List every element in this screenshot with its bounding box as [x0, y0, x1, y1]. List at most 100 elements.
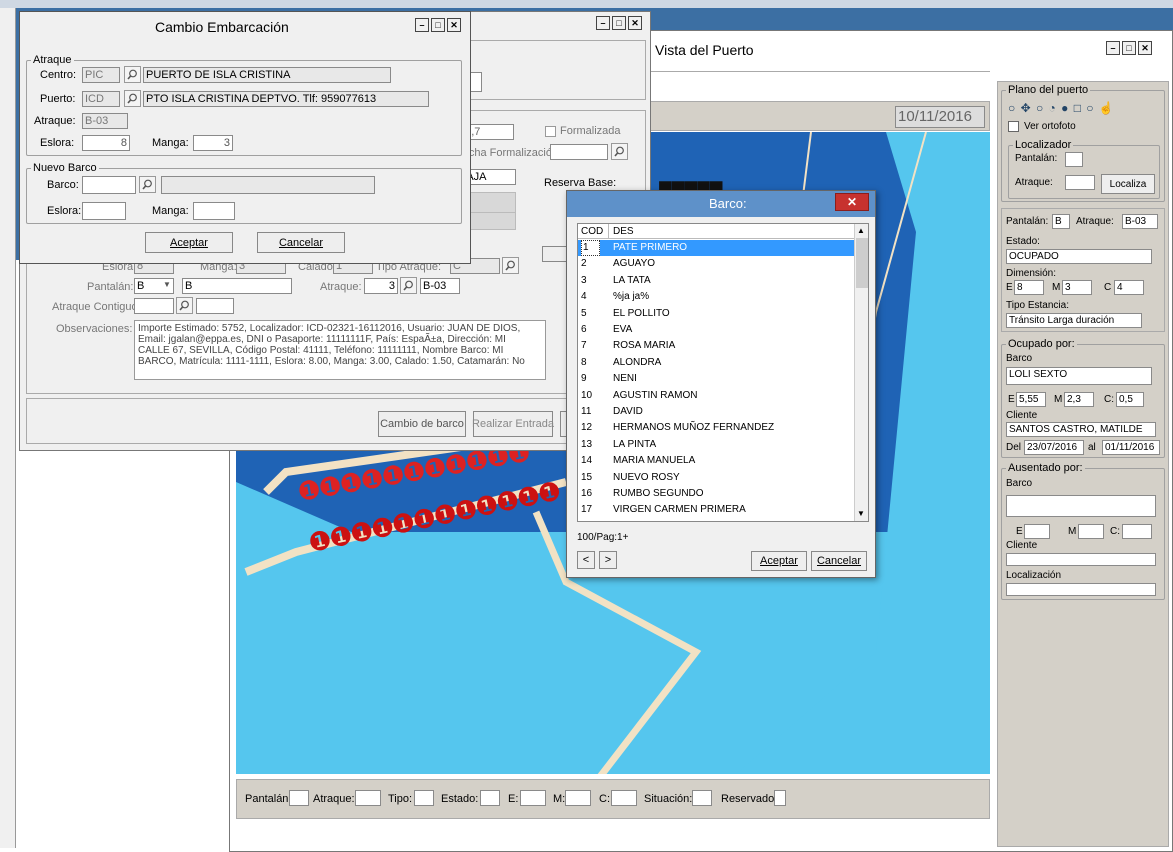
row-des: MARIA MANUELA: [613, 455, 696, 467]
tipo-lookup-icon[interactable]: [502, 257, 519, 274]
loc-atraque-label: Atraque:: [1015, 177, 1053, 188]
ortofoto-checkbox[interactable]: [1008, 121, 1019, 132]
manga2-field[interactable]: [193, 202, 235, 220]
observaciones-label: Observaciones:: [56, 323, 133, 335]
list-item[interactable]: 2 AGUAYO: [578, 256, 854, 272]
maximize-button[interactable]: □: [1122, 41, 1136, 55]
sb-tipo-label: Tipo:: [388, 793, 413, 805]
ortofoto-label: Ver ortofoto: [1024, 121, 1076, 132]
fecha-formalizacion-field[interactable]: [550, 144, 608, 160]
cambio-barco-button[interactable]: Cambio de barco: [378, 411, 466, 437]
centro-label: Centro:: [40, 69, 77, 81]
dim-m-label: M: [1052, 282, 1061, 293]
estado-label: Estado:: [1006, 236, 1040, 247]
row-cod: 3: [581, 274, 587, 286]
manga-field: 3: [193, 135, 233, 151]
desde-field: 23/07/2016: [1024, 440, 1084, 455]
list-item[interactable]: 15 NUEVO ROSY: [578, 470, 854, 486]
list-item[interactable]: 13 LA PINTA: [578, 437, 854, 453]
list-item[interactable]: 8 ALONDRA: [578, 355, 854, 371]
right-panel: Plano del puerto ○ ✥ ○ ◔ ● □ ○ ☝ Ver ort…: [997, 81, 1169, 847]
barco-desc: [161, 176, 375, 194]
list-item[interactable]: 14 MARIA MANUELA: [578, 453, 854, 469]
list-item[interactable]: 10 AGUSTIN RAMON: [578, 388, 854, 404]
list-item[interactable]: 9 NENI: [578, 371, 854, 387]
plano-group: Plano del puerto ○ ✥ ○ ◔ ● □ ○ ☝ Ver ort…: [1001, 84, 1165, 202]
list-item[interactable]: 3 LA TATA: [578, 273, 854, 289]
maximize-button[interactable]: □: [431, 18, 445, 32]
contiguo-lookup-icon[interactable]: [176, 297, 193, 314]
ausentado-group: Ausentado por: Barco E M C: Cliente Loca…: [1001, 462, 1165, 600]
puerto-lookup-icon[interactable]: [124, 90, 141, 107]
scroll-up-icon[interactable]: ▲: [857, 226, 865, 235]
close-icon[interactable]: ✕: [835, 193, 869, 211]
atraque-field-label: Atraque:: [34, 115, 76, 127]
minimize-button[interactable]: –: [415, 18, 429, 32]
plano-tools[interactable]: ○ ✥ ○ ◔ ● □ ○ ☝: [1008, 101, 1115, 115]
barco-field[interactable]: [82, 176, 136, 194]
ausentado-m-label: M: [1068, 526, 1077, 537]
sb-estado-field: [480, 790, 500, 806]
minimize-button[interactable]: –: [596, 16, 610, 30]
col-cod-header[interactable]: COD: [581, 225, 603, 239]
atraque-group-title: Atraque: [31, 54, 74, 66]
del-label: Del: [1006, 442, 1022, 453]
cambio-aceptar-button[interactable]: Aceptar: [145, 232, 233, 253]
contiguo-field[interactable]: [134, 298, 174, 314]
list-item[interactable]: 6 EVA: [578, 322, 854, 338]
row-des: LA PINTA: [613, 438, 657, 450]
scroll-thumb[interactable]: [856, 238, 868, 288]
barco-dialog: Barco: ✕ COD DES 1 PATE PRIMERO 2 AGUAYO 3 LA…: [566, 190, 876, 578]
list-item[interactable]: 11 DAVID: [578, 404, 854, 420]
vista-title: Vista del Puerto: [655, 42, 754, 58]
info-atraque-label: Atraque:: [1076, 216, 1114, 227]
col-des-header[interactable]: DES: [613, 225, 634, 239]
puerto-desc: PTO ISLA CRISTINA DEPTVO. Tlf: 959077613: [143, 91, 429, 107]
fecha-lookup-icon[interactable]: [611, 143, 628, 160]
list-item[interactable]: 1 PATE PRIMERO: [578, 240, 854, 256]
close-button[interactable]: ✕: [628, 16, 642, 30]
list-item[interactable]: 16 RUMBO SEGUNDO: [578, 486, 854, 502]
eslora-label: Eslora:: [40, 137, 75, 149]
ausentado-m-field: [1078, 524, 1104, 539]
fecha-formalizacion-label: Fecha Formalización:: [456, 147, 562, 159]
barco-lookup-icon[interactable]: [139, 176, 156, 193]
atraque-code: B-03: [420, 278, 460, 294]
list-item[interactable]: 17 VIRGEN CARMEN PRIMERA: [578, 502, 854, 518]
barco-aceptar-button[interactable]: Aceptar: [751, 551, 807, 571]
sb-c-label: C:: [599, 793, 610, 805]
cancelar-label: Cancelar: [278, 236, 324, 249]
eslora-field: 8: [82, 135, 130, 151]
info-panel: Pantalán: B Atraque: B-03 Estado: OCUPAD…: [1001, 208, 1165, 332]
barco-cancelar-button[interactable]: Cancelar: [811, 551, 867, 571]
contiguo-desc: [196, 298, 234, 314]
ocupado-m-field: 2,3: [1064, 392, 1094, 407]
eslora2-field[interactable]: [82, 202, 126, 220]
next-page-button[interactable]: >: [599, 551, 617, 569]
row-cod: 4: [581, 291, 587, 303]
list-item[interactable]: 5 EL POLLITO: [578, 306, 854, 322]
formalizada-checkbox[interactable]: [545, 126, 556, 137]
maximize-button[interactable]: □: [612, 16, 626, 30]
loc-pantalan-input[interactable]: [1065, 152, 1083, 167]
list-scrollbar[interactable]: ▲ ▼: [854, 224, 868, 521]
observaciones-textarea[interactable]: Importe Estimado: 5752, Localizador: ICD…: [134, 320, 546, 380]
close-button[interactable]: ✕: [1138, 41, 1152, 55]
list-item[interactable]: 12 HERMANOS MUÑOZ FERNANDEZ: [578, 420, 854, 436]
atraque-lookup-icon[interactable]: [400, 277, 417, 294]
hasta-field: 01/11/2016: [1102, 440, 1160, 455]
loc-atraque-input[interactable]: [1065, 175, 1095, 190]
realizar-entrada-button[interactable]: Realizar Entrada: [472, 411, 554, 437]
localiza-button[interactable]: Localiza: [1101, 174, 1155, 194]
scroll-down-icon[interactable]: ▼: [857, 509, 865, 518]
left-window-edge: [0, 8, 16, 852]
cambio-cancelar-button[interactable]: Cancelar: [257, 232, 345, 253]
close-button[interactable]: ✕: [447, 18, 461, 32]
list-item[interactable]: 7 ROSA MARIA: [578, 338, 854, 354]
prev-page-button[interactable]: <: [577, 551, 595, 569]
minimize-button[interactable]: –: [1106, 41, 1120, 55]
centro-lookup-icon[interactable]: [124, 66, 141, 83]
list-item[interactable]: 4 %ja ja%: [578, 289, 854, 305]
puerto-label: Puerto:: [40, 93, 76, 105]
info-pantalan-label: Pantalán:: [1006, 216, 1049, 227]
